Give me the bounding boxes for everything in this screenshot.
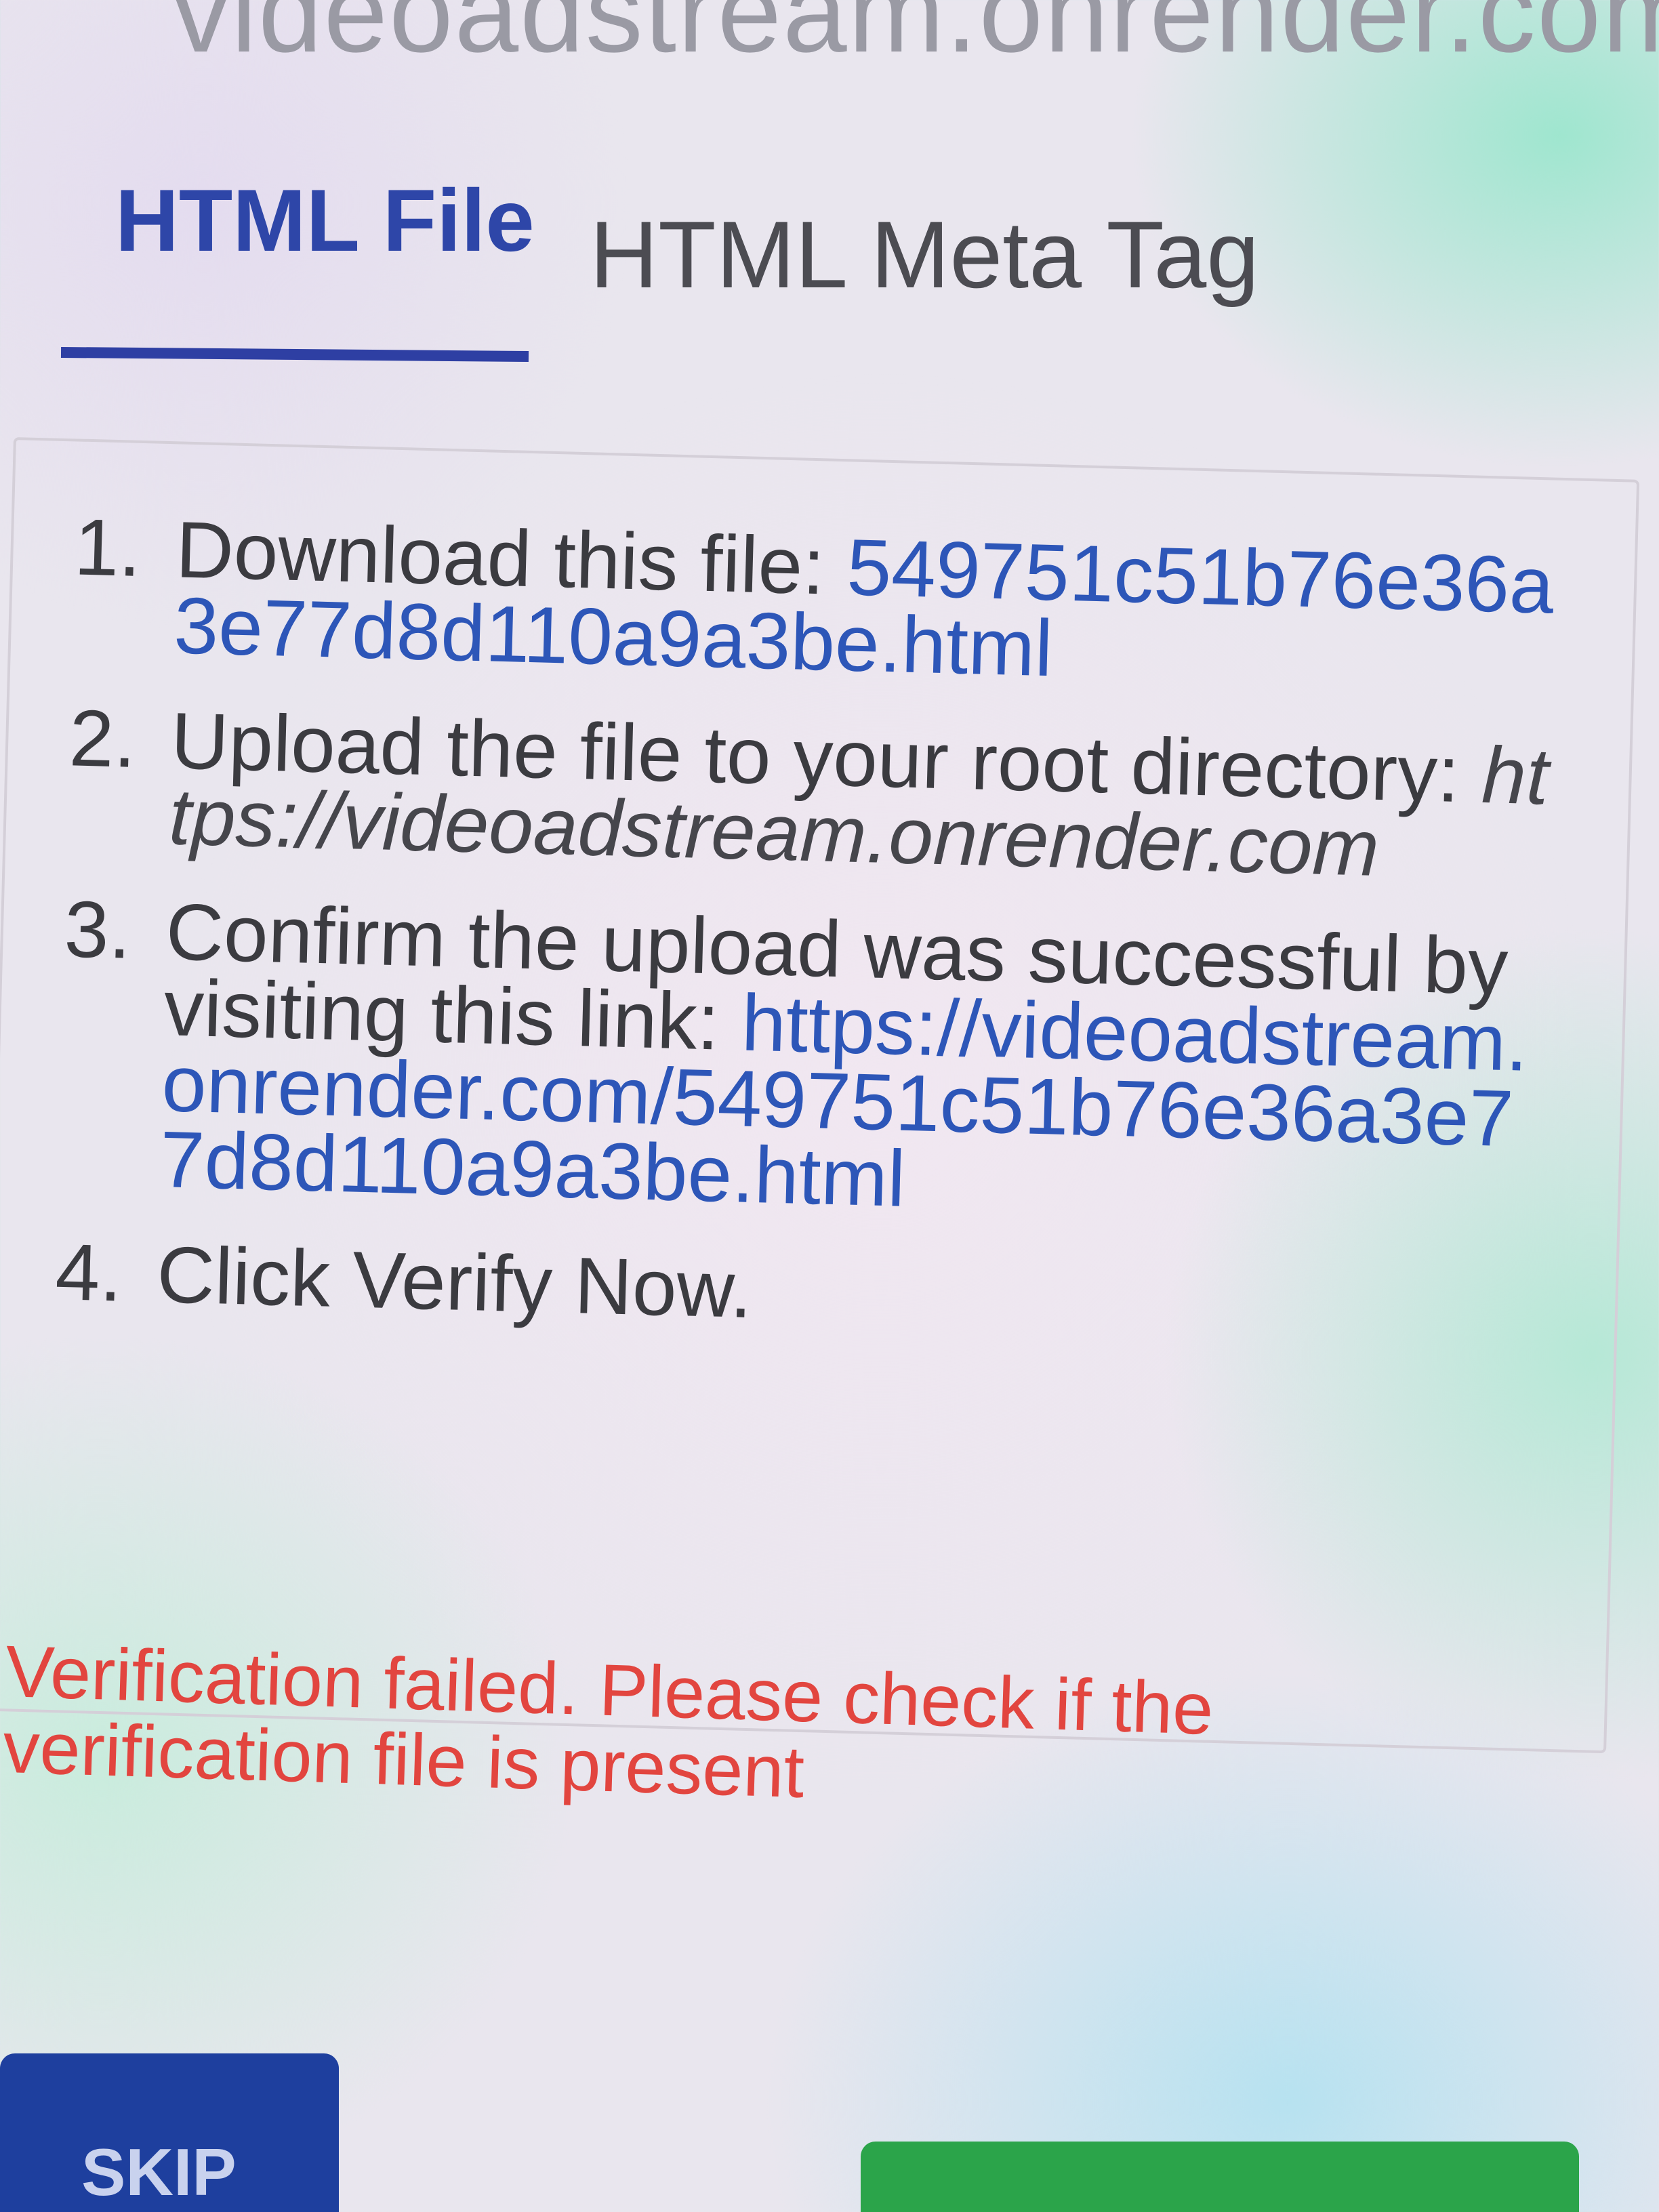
step-number: 1. — [73, 502, 142, 594]
instructions-panel: 1. Download this file: 549751c51b76e36a3… — [0, 437, 1640, 1754]
tab-html-meta-tag[interactable]: HTML Meta Tag — [590, 200, 1259, 310]
step-number: 2. — [68, 693, 138, 785]
step-verify: 4. Click Verify Now. — [54, 1227, 1547, 1349]
step-number: 4. — [54, 1227, 123, 1319]
step-text: Click Verify Now. — [155, 1229, 754, 1335]
tab-html-file[interactable]: HTML File — [115, 169, 535, 271]
step-confirm: 3. Confirm the upload was successful by … — [58, 884, 1556, 1233]
step-download: 1. Download this file: 549751c51b76e36a3… — [71, 502, 1565, 700]
skip-button[interactable]: SKIP — [0, 2053, 339, 2212]
active-tab-indicator — [60, 346, 529, 363]
instructions-list: 1. Download this file: 549751c51b76e36a3… — [54, 502, 1566, 1388]
step-upload: 2. Upload the file to your root director… — [66, 693, 1561, 893]
site-url: videoadstream.onrender.com — [172, 0, 1659, 77]
verification-method-tabs: HTML File HTML Meta Tag — [60, 169, 1349, 386]
step-number: 3. — [63, 884, 133, 976]
verify-now-button[interactable] — [861, 2142, 1579, 2212]
